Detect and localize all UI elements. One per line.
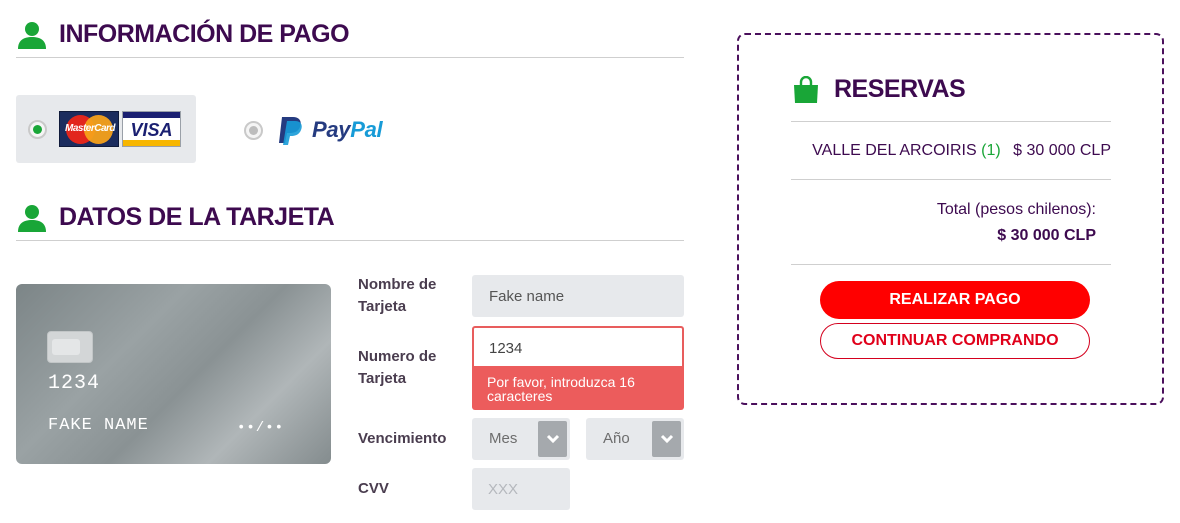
card-number-error: Por favor, introduzca 16 caracteres [472,366,684,410]
summary-item: VALLE DEL ARCOIRIS (1) $ 30 000 CLP [791,139,1111,163]
card-number-input[interactable] [472,326,684,368]
card-chip-icon [47,331,93,363]
card-name-input[interactable] [472,275,684,317]
divider [791,121,1111,122]
chevron-down-icon[interactable] [652,421,681,457]
total-label: Total (pesos chilenos): [936,201,1096,218]
pay-button[interactable]: REALIZAR PAGO [820,281,1090,319]
card-data-header: DATOS DE LA TARJETA [16,195,684,241]
cvv-input[interactable] [472,468,570,510]
card-preview-expiry: ••/•• [237,420,285,436]
paypal-payment-radio[interactable] [244,121,263,140]
summary-total: Total (pesos chilenos): $ 30 000 CLP [791,197,1096,249]
card-data-title: DATOS DE LA TARJETA [59,203,335,231]
item-price: $ 30 000 CLP [1013,142,1111,159]
expiry-year-select[interactable]: Año [586,418,684,460]
shopping-bag-icon [794,75,818,103]
item-qty: (1) [981,142,1001,159]
expiry-year-value: Año [603,430,630,447]
divider [791,264,1111,265]
divider [791,179,1111,180]
reservations-summary: RESERVAS VALLE DEL ARCOIRIS (1) $ 30 000… [737,33,1164,405]
expiry-month-select[interactable]: Mes [472,418,570,460]
payment-info-header: INFORMACIÓN DE PAGO [16,12,684,58]
continue-shopping-button[interactable]: CONTINUAR COMPRANDO [820,323,1090,359]
credit-card-preview: 1234 FAKE NAME ••/•• [16,284,331,464]
paypal-word-b: Pal [350,117,383,142]
card-preview-number: 1234 [48,372,101,395]
payment-info-title: INFORMACIÓN DE PAGO [59,20,350,48]
paypal-mark-icon [279,117,302,145]
user-icon [18,204,46,232]
item-name: VALLE DEL ARCOIRIS [812,142,977,159]
cvv-label: CVV [358,480,389,497]
card-number-label: Numero de Tarjeta [358,348,437,387]
card-name-label: Nombre de Tarjeta [358,276,437,315]
user-icon [18,21,46,49]
paypal-logo[interactable]: PayPal [278,114,383,146]
total-value: $ 30 000 CLP [997,227,1096,244]
summary-title: RESERVAS [834,75,966,103]
expiry-month-value: Mes [489,430,518,447]
card-payment-radio[interactable] [28,120,47,139]
visa-logo: VISA [122,111,181,147]
chevron-down-icon[interactable] [538,421,567,457]
paypal-word-a: Pay [312,117,351,142]
mastercard-logo: MasterCard [59,111,119,147]
card-preview-name: FAKE NAME [48,416,149,435]
summary-header: RESERVAS [792,75,966,104]
expiry-label: Vencimiento [358,430,447,447]
